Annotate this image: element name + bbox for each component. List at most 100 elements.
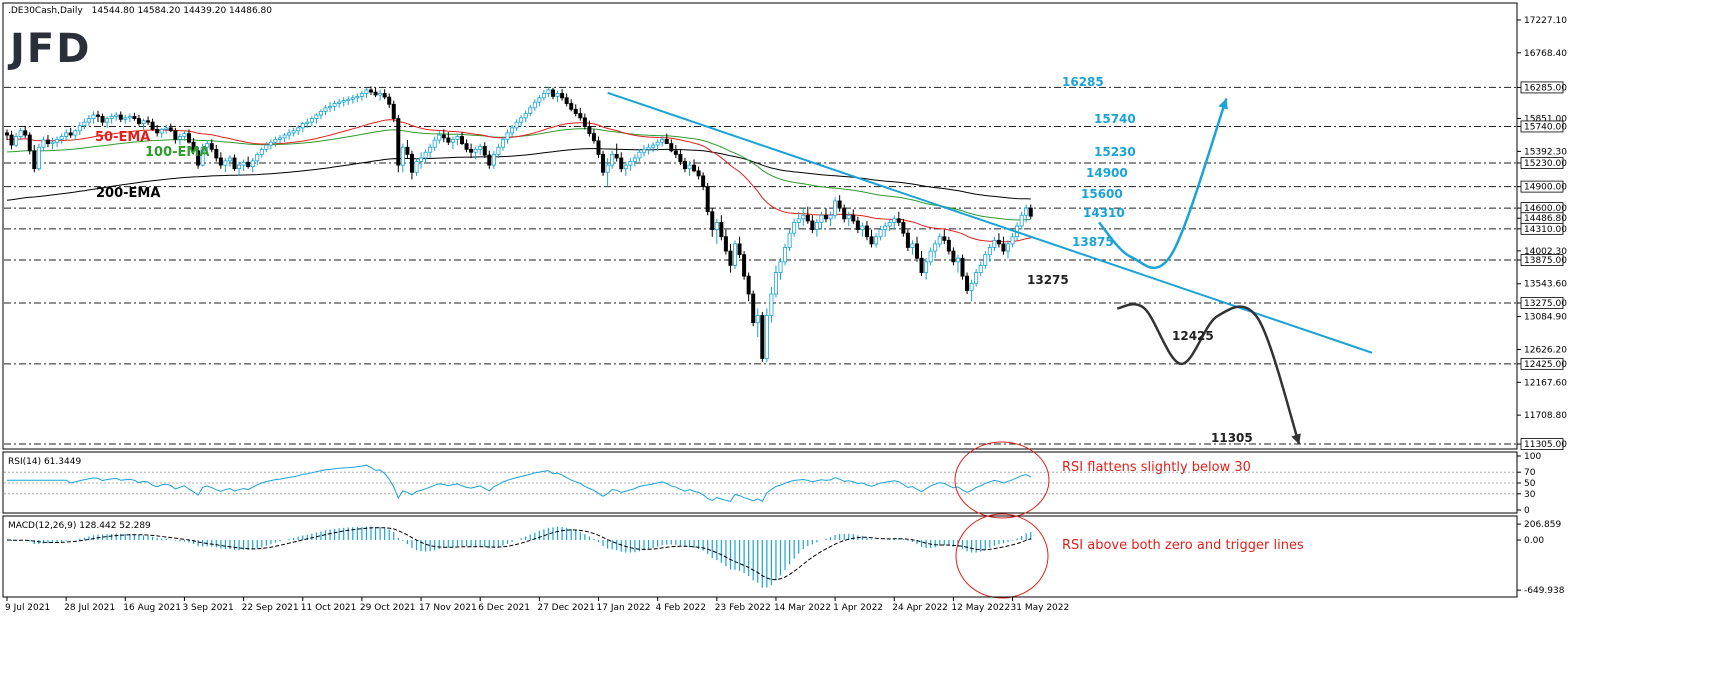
candle-body xyxy=(487,154,492,166)
candle-body xyxy=(851,214,856,222)
candle-body xyxy=(182,133,187,137)
candle-body xyxy=(291,130,296,134)
level-annotation-12425: 12425 xyxy=(1172,329,1214,343)
candle-body xyxy=(273,138,278,143)
candle-body xyxy=(496,146,501,155)
candle-body xyxy=(268,141,273,146)
ema50-label: 50-EMA xyxy=(95,130,150,145)
candle-body xyxy=(428,146,433,153)
candle-body xyxy=(955,257,960,263)
candle-body xyxy=(141,120,146,124)
candle xyxy=(36,143,41,171)
candle-body xyxy=(860,225,865,230)
candle-body xyxy=(555,93,560,97)
candle xyxy=(742,251,747,280)
candle-body xyxy=(596,140,601,155)
candle-body xyxy=(109,116,114,119)
candle-body xyxy=(673,150,678,155)
level-annotation-15600: 15600 xyxy=(1081,187,1123,201)
candle-body xyxy=(100,116,105,123)
candle-body xyxy=(378,93,383,96)
price-tick-label: 13875.00 xyxy=(1524,256,1567,266)
candle-body xyxy=(173,130,178,140)
candle-body xyxy=(123,117,128,120)
candle-body xyxy=(136,118,141,124)
candle-body xyxy=(186,133,191,143)
macd-tick-label: -649.938 xyxy=(1524,586,1565,596)
candle-body xyxy=(510,127,515,134)
candle-body xyxy=(482,146,487,156)
candle-body xyxy=(296,127,301,132)
candle-body xyxy=(27,134,32,152)
candle-body xyxy=(414,161,419,173)
candle-body xyxy=(896,218,901,223)
candle-body xyxy=(996,239,1001,245)
price-tick-label: 13543.60 xyxy=(1524,280,1567,290)
candle-body xyxy=(733,243,738,266)
candle-body xyxy=(14,136,19,146)
price-tick-label: 15230.00 xyxy=(1524,159,1567,169)
candle-body xyxy=(478,146,483,150)
candle-body xyxy=(532,101,537,109)
time-tick-label: 14 Mar 2022 xyxy=(774,603,831,613)
candle-body xyxy=(300,123,305,129)
price-label-box: 13275.00 xyxy=(1520,297,1567,309)
candle-body xyxy=(796,218,801,223)
candle-body xyxy=(578,113,583,119)
candle-body xyxy=(64,132,69,137)
price-tick-label: 14900.00 xyxy=(1524,183,1567,193)
candle-body xyxy=(382,93,387,98)
candle-body xyxy=(696,170,701,177)
candle-body xyxy=(237,164,242,170)
candle xyxy=(833,197,838,219)
candle-body xyxy=(50,141,55,145)
candle-body xyxy=(118,114,123,120)
candle-body xyxy=(960,257,965,277)
chart-root: .DE30Cash,Daily 14544.80 14584.20 14439.… xyxy=(0,0,1710,674)
chart-svg: .DE30Cash,Daily 14544.80 14584.20 14439.… xyxy=(0,0,1710,674)
candle-body xyxy=(405,146,410,155)
candle-body xyxy=(773,272,778,295)
time-tick-label: 24 Apr 2022 xyxy=(892,603,948,613)
candle-body xyxy=(114,114,119,117)
macd-header: MACD(12,26,9) 128.442 52.289 xyxy=(8,521,151,531)
candle-body xyxy=(1028,207,1033,217)
rsi-tick-label: 30 xyxy=(1524,490,1536,500)
candle xyxy=(733,240,738,269)
candle-body xyxy=(764,315,769,359)
time-tick-label: 27 Dec 2021 xyxy=(537,603,595,613)
candle-body xyxy=(287,132,292,136)
candle-body xyxy=(710,211,715,230)
candle-body xyxy=(96,114,101,117)
candle-body xyxy=(778,261,783,273)
candle-body xyxy=(500,138,505,148)
candle-body xyxy=(328,106,333,109)
candle-body xyxy=(355,95,360,99)
candle-body xyxy=(614,153,619,159)
candle-body xyxy=(277,137,282,140)
candle-body xyxy=(332,103,337,107)
candle-body xyxy=(423,151,428,159)
time-tick-label: 17 Nov 2021 xyxy=(419,603,477,613)
macd-tick-label: 206.859 xyxy=(1524,520,1561,530)
candle-body xyxy=(168,127,173,132)
rsi-annotation: RSI flattens slightly below 30 xyxy=(1062,460,1251,475)
price-tick-label: 12167.60 xyxy=(1524,378,1567,388)
candle-body xyxy=(1024,207,1029,216)
time-tick-label: 4 Feb 2022 xyxy=(656,603,706,613)
price-tick-label: 15740.00 xyxy=(1524,122,1567,132)
candle-body xyxy=(459,136,464,145)
candle-body xyxy=(933,243,938,252)
rsi-tick-label: 100 xyxy=(1524,452,1541,462)
level-annotation-15740: 15740 xyxy=(1094,112,1136,126)
price-label-box: 14900.00 xyxy=(1520,180,1567,193)
candle-body xyxy=(164,127,169,130)
price-tick-label: 12626.20 xyxy=(1524,345,1567,355)
candle-body xyxy=(455,136,460,140)
candle-body xyxy=(783,247,788,263)
candle xyxy=(787,229,792,252)
price-tick-label: 14486.80 xyxy=(1524,214,1567,224)
candle-body xyxy=(232,157,237,170)
candle-body xyxy=(1006,243,1011,252)
candle-body xyxy=(587,126,592,135)
